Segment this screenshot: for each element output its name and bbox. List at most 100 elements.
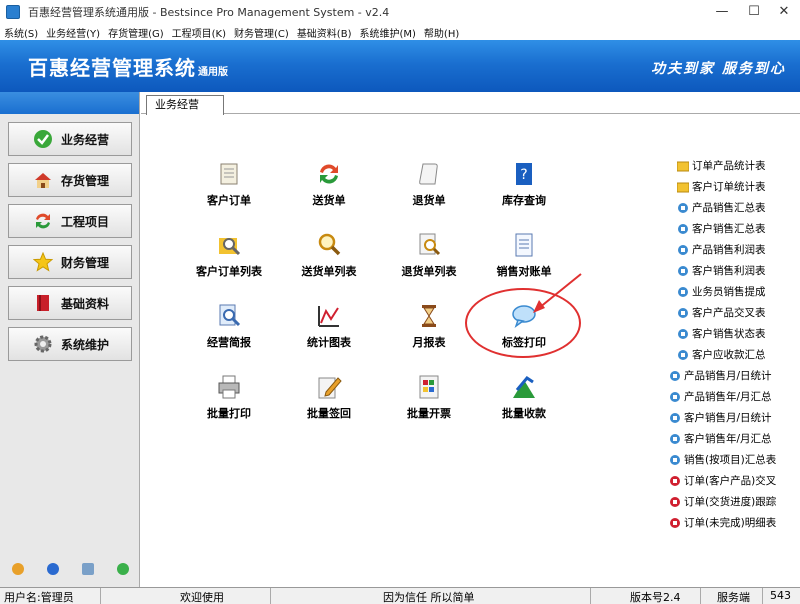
report-label: 产品销售年/月汇总 (684, 391, 772, 403)
grid-batch-signback[interactable]: 批量签回 (284, 373, 374, 421)
report-icon (669, 391, 681, 403)
grid-batch-receipt[interactable]: 批量收款 (479, 373, 569, 421)
report-product-sales-profit[interactable]: 产品销售利润表 (677, 242, 766, 257)
nav-projects[interactable]: 工程项目 (8, 204, 132, 238)
folder-icon (677, 181, 689, 193)
grid-stock-query[interactable]: ? 库存查询 (479, 160, 569, 208)
report-label: 客户销售汇总表 (692, 223, 766, 235)
grid-customer-order[interactable]: 客户订单 (184, 160, 274, 208)
folder-icon (677, 160, 689, 172)
scroll-icon (215, 160, 243, 188)
banner-edition: 通用版 (198, 67, 228, 78)
status-number: 543 (770, 589, 791, 602)
report-order-customer-product-cross[interactable]: 订单(客户产品)交叉 (669, 473, 776, 488)
main-area: 业务经营 客户订单 送货单 退货单 ? 库存查询 客户订单列表 送货单列表 退货… (141, 92, 800, 587)
close-button[interactable]: ✕ (768, 0, 800, 24)
status-server: 服务端 (717, 591, 750, 604)
report-customer-sales-status[interactable]: 客户销售状态表 (677, 326, 766, 341)
grid-label: 库存查询 (502, 194, 546, 207)
menu-help[interactable]: 帮助(H) (424, 25, 459, 40)
tab-business[interactable]: 业务经营 (146, 95, 224, 115)
key-icon[interactable] (11, 563, 24, 575)
menu-finance[interactable]: 财务管理(C) (234, 25, 289, 40)
report-icon (677, 223, 689, 235)
report-customer-order-stats[interactable]: 客户订单统计表 (677, 179, 766, 194)
grid-label: 月报表 (412, 336, 446, 349)
status-version: 版本号2.4 (630, 591, 681, 604)
report-customer-sales-yearly-monthly[interactable]: 客户销售年/月汇总 (669, 431, 772, 446)
report-customer-sales-monthly-daily[interactable]: 客户销售月/日统计 (669, 410, 772, 425)
report-label: 产品销售汇总表 (692, 202, 766, 214)
menu-bar: 系统(S) 业务经营(Y) 存货管理(G) 工程项目(K) 财务管理(C) 基础… (0, 24, 800, 40)
grid-customer-order-list[interactable]: 客户订单列表 (184, 231, 274, 279)
grid-label: 退货单列表 (401, 265, 457, 278)
status-welcome: 欢迎使用 (180, 591, 224, 604)
report-search-icon (215, 302, 243, 330)
report-icon (669, 433, 681, 445)
left-nav-panel: 业务经营 存货管理 工程项目 财务管理 基础资料 系统维护 (0, 92, 140, 587)
grid-label: 退货单 (412, 194, 446, 207)
menu-maintenance[interactable]: 系统维护(M) (359, 25, 415, 40)
minimize-button[interactable]: — (706, 0, 738, 24)
annotation-arrow (533, 273, 582, 313)
nav-projects-label: 工程项目 (61, 214, 110, 229)
report-customer-sales-summary[interactable]: 客户销售汇总表 (677, 221, 766, 236)
report-product-sales-yearly-monthly[interactable]: 产品销售年/月汇总 (669, 389, 772, 404)
grid-label: 送货单列表 (301, 265, 357, 278)
clock-icon[interactable] (46, 563, 59, 575)
report-product-sales-summary[interactable]: 产品销售汇总表 (677, 200, 766, 215)
grid-label: 统计图表 (307, 336, 351, 349)
tab-strip: 业务经营 (141, 92, 800, 115)
grid-statistics-chart[interactable]: 统计图表 (284, 302, 374, 350)
app-icon (6, 5, 20, 19)
report-label: 订单(交货进度)跟踪 (684, 496, 777, 508)
report-customer-product-cross[interactable]: 客户产品交叉表 (677, 305, 766, 320)
nav-business[interactable]: 业务经营 (8, 122, 132, 156)
report-icon (677, 349, 689, 361)
document-icon (510, 231, 538, 259)
report-icon (669, 412, 681, 424)
report-label: 订单(未完成)明细表 (684, 517, 777, 529)
window-icon[interactable] (81, 563, 94, 575)
status-divider (762, 588, 763, 604)
banner-slogan: 功夫到家 服务到心 (651, 61, 786, 77)
report-salesperson-commission[interactable]: 业务员销售提成 (677, 284, 766, 299)
status-divider (100, 588, 101, 604)
report-customer-sales-profit[interactable]: 客户销售利润表 (677, 263, 766, 278)
menu-business[interactable]: 业务经营(Y) (46, 25, 100, 40)
report-order-incomplete-detail[interactable]: 订单(未完成)明细表 (669, 515, 776, 530)
grid-monthly-report[interactable]: 月报表 (384, 302, 474, 350)
refresh-icon[interactable] (116, 563, 129, 575)
menu-system[interactable]: 系统(S) (4, 25, 38, 40)
banner: 百惠经营管理系统 通用版 功夫到家 服务到心 (0, 40, 800, 92)
grid-delivery-note[interactable]: 送货单 (284, 160, 374, 208)
report-icon (677, 307, 689, 319)
report-sales-by-project[interactable]: 销售(按项目)汇总表 (669, 452, 776, 467)
grid-batch-print[interactable]: 批量打印 (184, 373, 274, 421)
nav-basic-data[interactable]: 基础资料 (8, 286, 132, 320)
report-product-sales-monthly-daily[interactable]: 产品销售月/日统计 (669, 368, 772, 383)
menu-projects[interactable]: 工程项目(K) (172, 25, 226, 40)
grid-label: 送货单 (312, 194, 346, 207)
status-user: 用户名:管理员 (4, 591, 74, 604)
menu-inventory[interactable]: 存货管理(G) (108, 25, 164, 40)
report-label: 业务员销售提成 (692, 286, 766, 298)
invoice-icon (415, 373, 443, 401)
report-order-product-stats[interactable]: 订单产品统计表 (677, 158, 766, 173)
grid-batch-invoice[interactable]: 批量开票 (384, 373, 474, 421)
grid-return-list[interactable]: 退货单列表 (384, 231, 474, 279)
svg-text:?: ? (520, 167, 527, 183)
menu-basic-data[interactable]: 基础资料(B) (297, 25, 352, 40)
maximize-button[interactable]: ☐ (738, 0, 770, 24)
nav-inventory[interactable]: 存货管理 (8, 163, 132, 197)
left-nav-header (0, 92, 139, 114)
printer-icon (215, 373, 243, 401)
report-label: 客户销售月/日统计 (684, 412, 772, 424)
report-order-delivery-tracking[interactable]: 订单(交货进度)跟踪 (669, 494, 776, 509)
grid-business-brief[interactable]: 经营简报 (184, 302, 274, 350)
grid-delivery-list[interactable]: 送货单列表 (284, 231, 374, 279)
grid-return-note[interactable]: 退货单 (384, 160, 474, 208)
nav-maintenance[interactable]: 系统维护 (8, 327, 132, 361)
report-receivables-summary[interactable]: 客户应收款汇总 (677, 347, 766, 362)
nav-finance[interactable]: 财务管理 (8, 245, 132, 279)
